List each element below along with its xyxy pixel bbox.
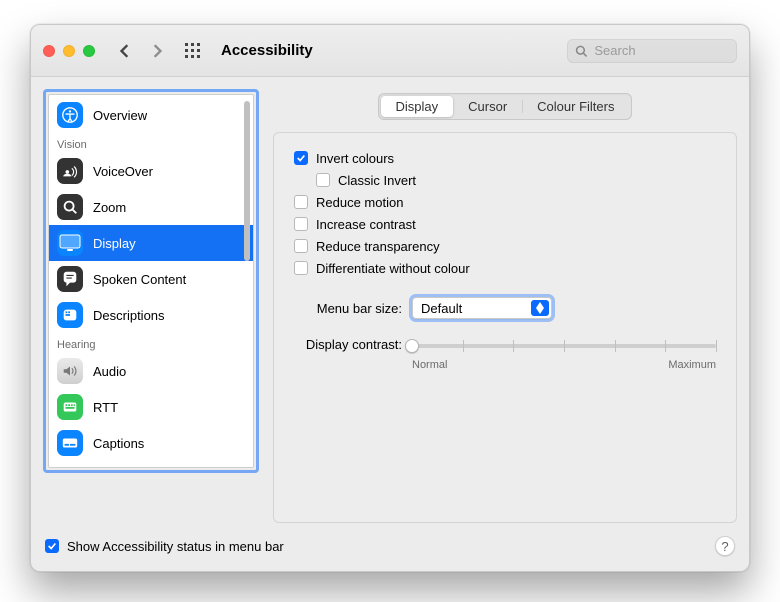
window-title: Accessibility (221, 42, 313, 59)
toolbar: Accessibility (31, 25, 749, 77)
speech-bubble-icon (57, 266, 83, 292)
display-panel: Invert colours Classic Invert Reduce mot… (273, 132, 737, 523)
popup-arrows-icon (531, 300, 549, 316)
close-window[interactable] (43, 45, 55, 57)
sidebar-item-voiceover[interactable]: VoiceOver (49, 153, 253, 189)
forward-button[interactable] (145, 39, 169, 63)
contrast-max-label: Maximum (668, 359, 716, 371)
tab-display[interactable]: Display (381, 96, 454, 117)
speaker-icon (57, 358, 83, 384)
increase-contrast-label: Increase contrast (316, 217, 416, 232)
checkmark-icon (296, 153, 306, 163)
nav-back-forward (113, 39, 169, 63)
differentiate-colour-checkbox[interactable] (294, 261, 308, 275)
zoom-icon (57, 194, 83, 220)
sidebar-item-audio[interactable]: Audio (49, 353, 253, 389)
reduce-transparency-label: Reduce transparency (316, 239, 440, 254)
slider-track[interactable] (412, 344, 716, 348)
sidebar-item-label: Display (93, 236, 136, 251)
sidebar-item-label: VoiceOver (93, 164, 153, 179)
back-button[interactable] (113, 39, 137, 63)
sidebar-item-label: Zoom (93, 200, 126, 215)
display-icon (57, 230, 83, 256)
window-controls (43, 45, 95, 57)
display-contrast-slider[interactable]: Display contrast: (412, 335, 716, 357)
contrast-min-label: Normal (412, 359, 447, 371)
help-button[interactable]: ? (715, 536, 735, 556)
sidebar-item-spoken-content[interactable]: Spoken Content (49, 261, 253, 297)
sidebar-item-label: Spoken Content (93, 272, 186, 287)
sidebar-section-hearing: Hearing (49, 333, 253, 353)
help-icon: ? (721, 539, 728, 554)
content: Display Cursor Colour Filters Invert col… (273, 89, 737, 523)
show-status-menubar-label: Show Accessibility status in menu bar (67, 539, 284, 554)
show-status-menubar-checkbox[interactable] (45, 539, 59, 553)
sidebar-scrollbar[interactable] (244, 101, 250, 461)
checkmark-icon (47, 541, 57, 551)
menu-bar-size-popup[interactable]: Default (412, 297, 552, 319)
rtt-icon (57, 394, 83, 420)
sidebar: Overview Vision VoiceOver Zoom (43, 89, 259, 473)
display-contrast-label: Display contrast: (294, 337, 402, 352)
sidebar-item-label: Overview (93, 108, 147, 123)
sidebar-item-label: Captions (93, 436, 144, 451)
sidebar-item-zoom[interactable]: Zoom (49, 189, 253, 225)
sidebar-item-overview[interactable]: Overview (49, 97, 253, 133)
increase-contrast-checkbox[interactable] (294, 217, 308, 231)
zoom-window[interactable] (83, 45, 95, 57)
scrollbar-thumb[interactable] (244, 101, 250, 261)
tab-colour-filters[interactable]: Colour Filters (522, 96, 629, 117)
sidebar-item-display[interactable]: Display (49, 225, 253, 261)
sidebar-list[interactable]: Overview Vision VoiceOver Zoom (49, 95, 253, 463)
search-icon (575, 44, 587, 58)
sidebar-item-label: RTT (93, 400, 118, 415)
voiceover-icon (57, 158, 83, 184)
minimize-window[interactable] (63, 45, 75, 57)
sidebar-item-label: Audio (93, 364, 126, 379)
invert-colours-checkbox[interactable] (294, 151, 308, 165)
preferences-window: Accessibility Overview Vision (30, 24, 750, 572)
sidebar-item-label: Descriptions (93, 308, 165, 323)
classic-invert-checkbox[interactable] (316, 173, 330, 187)
footer: Show Accessibility status in menu bar ? (31, 525, 749, 571)
show-all-button[interactable] (181, 39, 205, 63)
sidebar-item-descriptions[interactable]: Descriptions (49, 297, 253, 333)
menu-bar-size-label: Menu bar size: (294, 301, 402, 316)
reduce-motion-checkbox[interactable] (294, 195, 308, 209)
reduce-transparency-checkbox[interactable] (294, 239, 308, 253)
grid-icon (184, 42, 202, 60)
search-input[interactable] (592, 42, 729, 59)
invert-colours-label: Invert colours (316, 151, 394, 166)
sidebar-item-rtt[interactable]: RTT (49, 389, 253, 425)
descriptions-icon (57, 302, 83, 328)
search-field[interactable] (567, 39, 737, 63)
sidebar-section-vision: Vision (49, 133, 253, 153)
captions-icon (57, 430, 83, 456)
reduce-motion-label: Reduce motion (316, 195, 403, 210)
sidebar-item-captions[interactable]: Captions (49, 425, 253, 461)
slider-knob[interactable] (405, 339, 419, 353)
tab-cursor[interactable]: Cursor (453, 96, 522, 117)
accessibility-icon (57, 102, 83, 128)
menu-bar-size-value: Default (421, 301, 462, 316)
tab-bar: Display Cursor Colour Filters (378, 93, 633, 120)
differentiate-colour-label: Differentiate without colour (316, 261, 470, 276)
classic-invert-label: Classic Invert (338, 173, 416, 188)
